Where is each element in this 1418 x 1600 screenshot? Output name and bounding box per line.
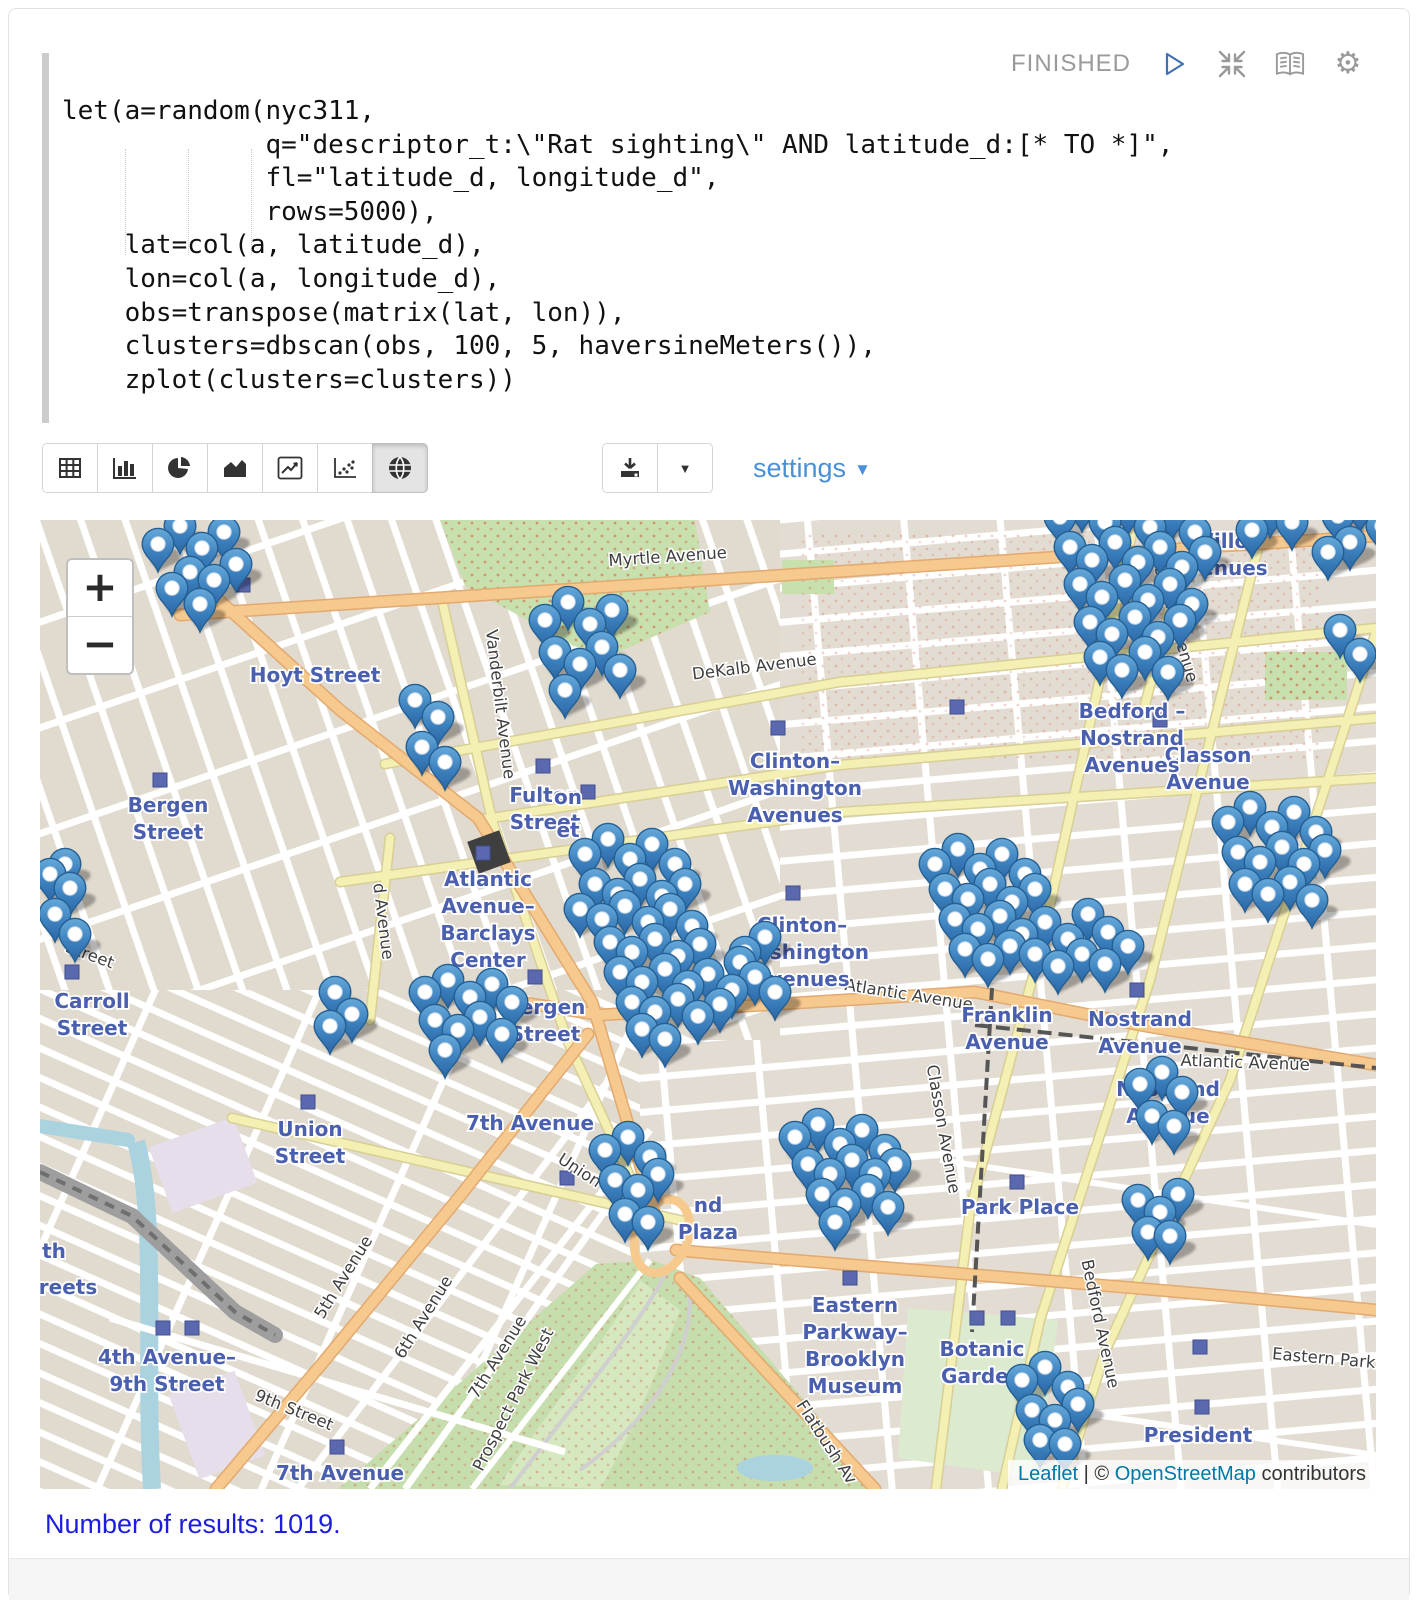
- table-button[interactable]: [42, 443, 98, 493]
- area-chart-button[interactable]: [207, 443, 263, 493]
- svg-text:Museum: Museum: [808, 1374, 903, 1398]
- svg-text:Franklin: Franklin: [961, 1003, 1052, 1027]
- svg-text:Nostrand: Nostrand: [1080, 726, 1184, 750]
- line-chart-button[interactable]: [262, 443, 318, 493]
- download-button[interactable]: [602, 443, 658, 493]
- map-attribution: Leaflet | © OpenStreetMap contributors: [1008, 1460, 1376, 1489]
- svg-text:Avenue: Avenue: [965, 1030, 1048, 1054]
- editor-gutter: [42, 53, 49, 423]
- svg-text:Nostrand: Nostrand: [1088, 1007, 1192, 1031]
- zoom-out-button[interactable]: −: [68, 617, 132, 673]
- svg-text:9th Street: 9th Street: [109, 1372, 225, 1396]
- notebook-paragraph: FINISHED ⚙ let(a=random(nyc311,: [8, 8, 1410, 1600]
- chart-type-group: [42, 443, 428, 493]
- svg-text:7th Avenue: 7th Avenue: [276, 1461, 404, 1485]
- svg-text:Hoyt Street: Hoyt Street: [250, 663, 381, 687]
- svg-text:th: th: [42, 1239, 66, 1263]
- download-icon: [618, 456, 642, 480]
- svg-text:Avenues: Avenues: [1084, 753, 1179, 777]
- bar-chart-button[interactable]: [97, 443, 153, 493]
- map-chart-button[interactable]: [372, 443, 428, 493]
- pie-chart-button[interactable]: [152, 443, 208, 493]
- svg-text:Avenue: Avenue: [1098, 1034, 1181, 1058]
- svg-text:Bergen: Bergen: [128, 793, 209, 817]
- svg-text:Plaza: Plaza: [678, 1220, 738, 1244]
- attribution-separator: |: [1084, 1463, 1089, 1485]
- next-paragraph-strip: [9, 1558, 1409, 1600]
- svg-text:Street: Street: [275, 1144, 346, 1168]
- svg-text:Botanic: Botanic: [940, 1337, 1025, 1361]
- settings-label: settings: [753, 453, 846, 484]
- svg-text:Avenues: Avenues: [747, 803, 842, 827]
- line-chart-icon: [277, 456, 303, 480]
- svg-text:reets: reets: [40, 1275, 97, 1299]
- svg-text:Park Place: Park Place: [961, 1195, 1079, 1219]
- zoom-in-button[interactable]: +: [68, 560, 132, 617]
- svg-text:7th Avenue: 7th Avenue: [466, 1111, 594, 1135]
- svg-text:Bedford –: Bedford –: [1079, 699, 1186, 723]
- scatter-chart-button[interactable]: [317, 443, 373, 493]
- svg-text:Carroll: Carroll: [54, 989, 129, 1013]
- svg-text:Union: Union: [277, 1117, 342, 1141]
- svg-text:Eastern: Eastern: [812, 1293, 898, 1317]
- download-group: ▼: [602, 443, 713, 493]
- svg-text:Barclays: Barclays: [440, 921, 535, 945]
- download-caret-button[interactable]: ▼: [657, 443, 713, 493]
- code-content[interactable]: let(a=random(nyc311, q="descriptor_t:\"R…: [62, 95, 1173, 397]
- svg-text:nd: nd: [694, 1193, 723, 1217]
- map-canvas[interactable]: Myrtle AvenueVanderbilt AvenueDeKalb Ave…: [40, 520, 1376, 1489]
- results-count-text: Number of results: 1019.: [45, 1509, 341, 1540]
- pie-chart-icon: [167, 455, 193, 481]
- copyright-symbol: ©: [1094, 1463, 1109, 1485]
- caret-down-icon: ▼: [679, 461, 692, 476]
- scatter-chart-icon: [332, 456, 358, 480]
- svg-text:Parkway–: Parkway–: [802, 1320, 907, 1344]
- svg-text:4th Avenue–: 4th Avenue–: [98, 1345, 236, 1369]
- svg-text:President: President: [1144, 1423, 1253, 1447]
- openstreetmap-link[interactable]: OpenStreetMap: [1115, 1463, 1256, 1485]
- svg-text:Atlantic: Atlantic: [444, 867, 532, 891]
- visualization-toolbar: ▼ settings ▼: [42, 443, 871, 493]
- svg-text:on: on: [554, 785, 582, 809]
- svg-text:Clinton–: Clinton–: [750, 749, 840, 773]
- svg-text:Street: Street: [57, 1016, 128, 1040]
- settings-dropdown[interactable]: settings ▼: [753, 453, 871, 484]
- svg-text:Street: Street: [133, 820, 204, 844]
- bar-chart-icon: [112, 456, 138, 480]
- code-editor[interactable]: let(a=random(nyc311, q="descriptor_t:\"R…: [42, 45, 1372, 425]
- contributors-text: contributors: [1262, 1463, 1367, 1485]
- area-chart-icon: [222, 456, 248, 480]
- table-icon: [58, 457, 82, 479]
- svg-text:Avenue–: Avenue–: [441, 894, 534, 918]
- map-zoom-control: + −: [66, 558, 134, 675]
- settings-caret-icon: ▼: [854, 460, 871, 480]
- svg-text:et: et: [556, 818, 580, 842]
- leaflet-link[interactable]: Leaflet: [1018, 1463, 1078, 1485]
- map-container[interactable]: Myrtle AvenueVanderbilt AvenueDeKalb Ave…: [40, 520, 1376, 1489]
- globe-icon: [387, 455, 413, 481]
- svg-text:Brooklyn: Brooklyn: [805, 1347, 905, 1371]
- svg-text:Washington: Washington: [728, 776, 862, 800]
